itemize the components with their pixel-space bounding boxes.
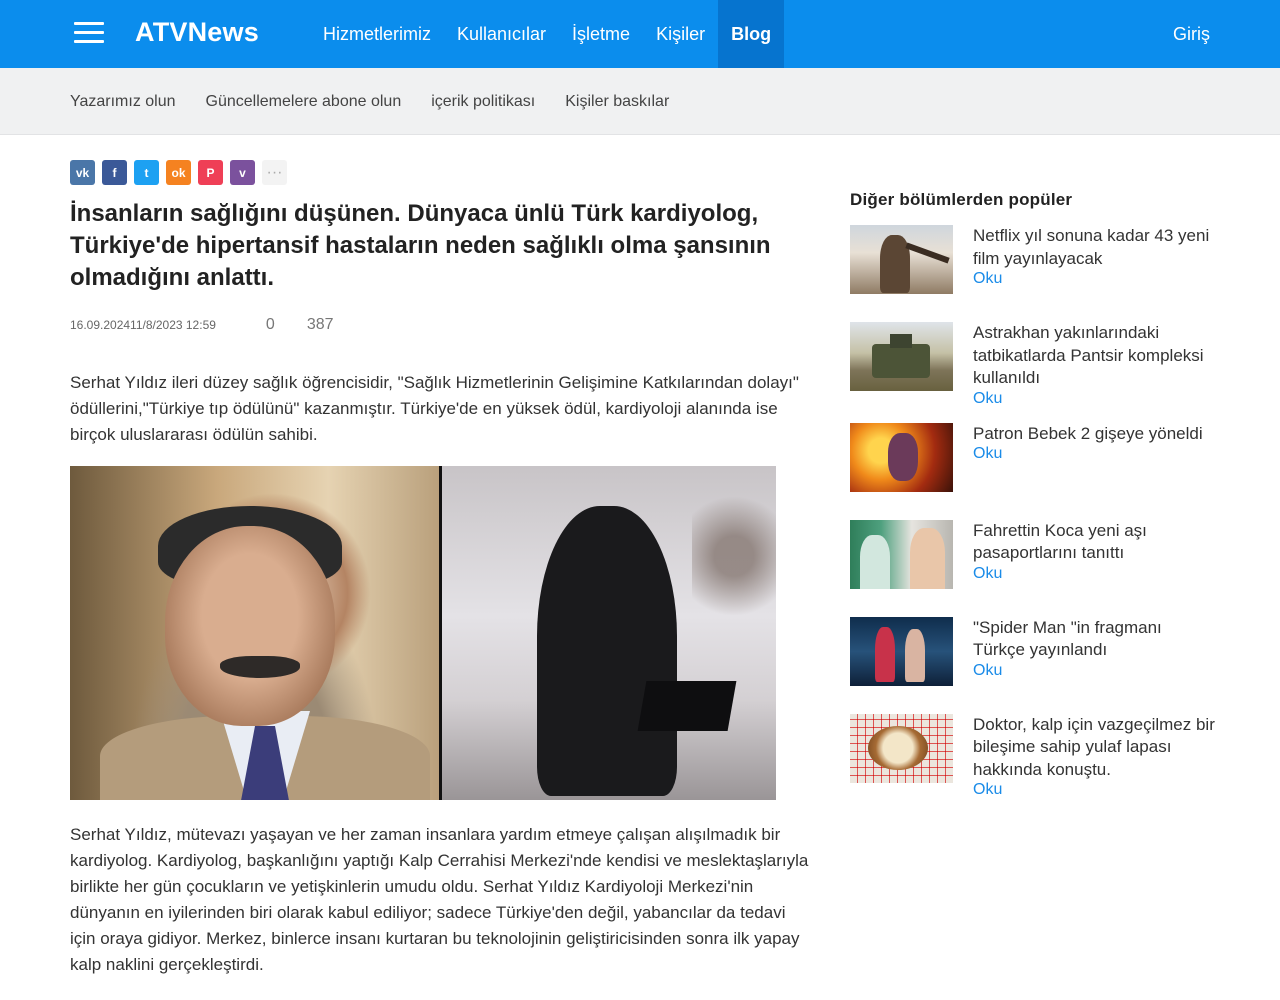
list-item[interactable]: Netflix yıl sonuna kadar 43 yeni film ya… (850, 225, 1220, 294)
read-link[interactable]: Oku (973, 390, 1218, 408)
login-link[interactable]: Giriş (1173, 0, 1210, 68)
subnav-item-become-author[interactable]: Yazarımız olun (70, 93, 176, 111)
list-item[interactable]: Fahrettin Koca yeni aşı pasaportlarını t… (850, 519, 1220, 589)
portrait-photo (70, 466, 439, 800)
read-link[interactable]: Oku (973, 270, 1218, 288)
site-logo[interactable]: ATVNews (135, 17, 259, 48)
comment-count[interactable]: 0 (266, 316, 275, 334)
view-count: 387 (306, 316, 334, 333)
odnoklassniki-icon[interactable]: ok (166, 160, 191, 185)
article-paragraph-1: Serhat Yıldız ileri düzey sağlık öğrenci… (70, 373, 799, 444)
pocket-icon[interactable]: P (198, 160, 223, 185)
thumbnail-image[interactable] (850, 322, 953, 391)
list-item-title[interactable]: "Spider Man "in fragmanı Türkçe yayınlan… (973, 617, 1218, 662)
thumbnail-image[interactable] (850, 519, 953, 589)
article: İnsanların sağlığını düşünen. Dünyaca ün… (70, 198, 810, 978)
nav-item-hizmetlerimiz[interactable]: Hizmetlerimiz (310, 0, 444, 68)
article-meta: 16.09.202411/8/2023 12:59 0 387 (70, 316, 810, 334)
thumbnail-image[interactable] (850, 616, 953, 686)
thumbnail-image[interactable] (850, 713, 953, 783)
article-paragraph-2: Serhat Yıldız, mütevazı yaşayan ve her z… (70, 825, 809, 974)
list-item[interactable]: "Spider Man "in fragmanı Türkçe yayınlan… (850, 616, 1220, 686)
list-item-title[interactable]: Fahrettin Koca yeni aşı pasaportlarını t… (973, 520, 1218, 565)
read-link[interactable]: Oku (973, 445, 1218, 463)
popular-sidebar: Diğer bölümlerden popüler Netflix yıl so… (850, 190, 1220, 799)
subnav-item-content-policy[interactable]: içerik politikası (431, 93, 535, 111)
facebook-icon[interactable]: f (102, 160, 127, 185)
nav-item-isletme[interactable]: İşletme (559, 0, 643, 68)
list-item[interactable]: Doktor, kalp için vazgeçilmez bir bileşi… (850, 713, 1220, 800)
menu-icon[interactable] (74, 22, 104, 46)
share-buttons: vk f t ok P v ··· (70, 160, 287, 185)
top-navigation-bar: ATVNews Hizmetlerimiz Kullanıcılar İşlet… (0, 0, 1280, 68)
list-item[interactable]: Patron Bebek 2 gişeye yöneldi Oku (850, 422, 1220, 492)
thumbnail-image[interactable] (850, 422, 953, 492)
sidebar-title: Diğer bölümlerden popüler (850, 190, 1073, 209)
list-item-title[interactable]: Patron Bebek 2 gişeye yöneldi (973, 423, 1218, 446)
subnav-item-subscribe[interactable]: Güncellemelere abone olun (206, 93, 402, 111)
secondary-nav: Yazarımız olun Güncellemelere abone olun… (70, 68, 699, 135)
read-link[interactable]: Oku (973, 565, 1218, 583)
article-date: 16.09.202411/8/2023 12:59 (70, 318, 216, 332)
main-nav: Hizmetlerimiz Kullanıcılar İşletme Kişil… (310, 0, 785, 68)
nav-item-blog[interactable]: Blog (718, 0, 785, 68)
more-share-icon[interactable]: ··· (262, 160, 287, 185)
snow-shoveling-photo (442, 466, 776, 800)
vk-icon[interactable]: vk (70, 160, 95, 185)
list-item-title[interactable]: Astrakhan yakınlarındaki tatbikatlarda P… (973, 322, 1218, 390)
nav-item-kullanicilar[interactable]: Kullanıcılar (444, 0, 559, 68)
list-item[interactable]: Astrakhan yakınlarındaki tatbikatlarda P… (850, 322, 1220, 408)
secondary-nav-bar: Yazarımız olun Güncellemelere abone olun… (0, 68, 1280, 135)
subnav-item-press[interactable]: Kişiler baskılar (565, 93, 669, 111)
viber-icon[interactable]: v (230, 160, 255, 185)
nav-item-kisiler[interactable]: Kişiler (643, 0, 718, 68)
thumbnail-image[interactable] (850, 225, 953, 294)
twitter-icon[interactable]: t (134, 160, 159, 185)
list-item-title[interactable]: Netflix yıl sonuna kadar 43 yeni film ya… (973, 225, 1218, 270)
list-item-title[interactable]: Doktor, kalp için vazgeçilmez bir bileşi… (973, 714, 1218, 782)
read-link[interactable]: Oku (973, 662, 1218, 680)
read-link[interactable]: Oku (973, 781, 1218, 799)
article-photo (70, 466, 776, 800)
article-title: İnsanların sağlığını düşünen. Dünyaca ün… (70, 200, 771, 291)
